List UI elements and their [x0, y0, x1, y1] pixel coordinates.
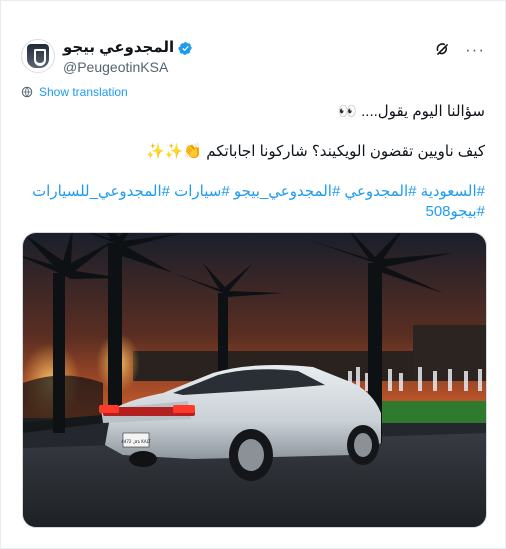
more-options-icon[interactable]: ··· [465, 41, 485, 58]
translate-globe-icon [21, 86, 33, 98]
car-photo: تاكل 4472 KALT [23, 233, 486, 527]
peugeot-logo-icon [27, 44, 49, 68]
author-display-name[interactable]: المجدوعي بيجو [63, 39, 174, 57]
tweet-hashtags[interactable]: #السعودية #المجدوعي #المجدوعي_بيجو #سيار… [30, 182, 485, 222]
avatar[interactable] [21, 39, 55, 73]
tweet-card: المجدوعي بيجو @PeugeotinKSA ··· Show tra… [0, 0, 506, 549]
show-translation-link[interactable]: Show translation [21, 85, 128, 99]
license-plate-text: تاكل 4472 KALT [121, 439, 151, 444]
author-handle[interactable]: @PeugeotinKSA [63, 58, 193, 76]
tweet-header: المجدوعي بيجو @PeugeotinKSA ··· [21, 39, 485, 79]
header-actions: ··· [434, 41, 485, 58]
grok-icon[interactable] [434, 41, 451, 58]
tweet-text-line2: كيف ناويين تقضون الويكيند؟ شاركونا اجابا… [146, 143, 485, 160]
author-info: المجدوعي بيجو @PeugeotinKSA [63, 39, 193, 76]
tweet-media-image[interactable]: تاكل 4472 KALT [22, 232, 487, 528]
tweet-text-line1: سؤالنا اليوم يقول.... 👀 [338, 103, 485, 120]
show-translation-label[interactable]: Show translation [39, 85, 128, 99]
name-row: المجدوعي بيجو [63, 39, 193, 57]
verified-badge-icon [178, 41, 193, 55]
